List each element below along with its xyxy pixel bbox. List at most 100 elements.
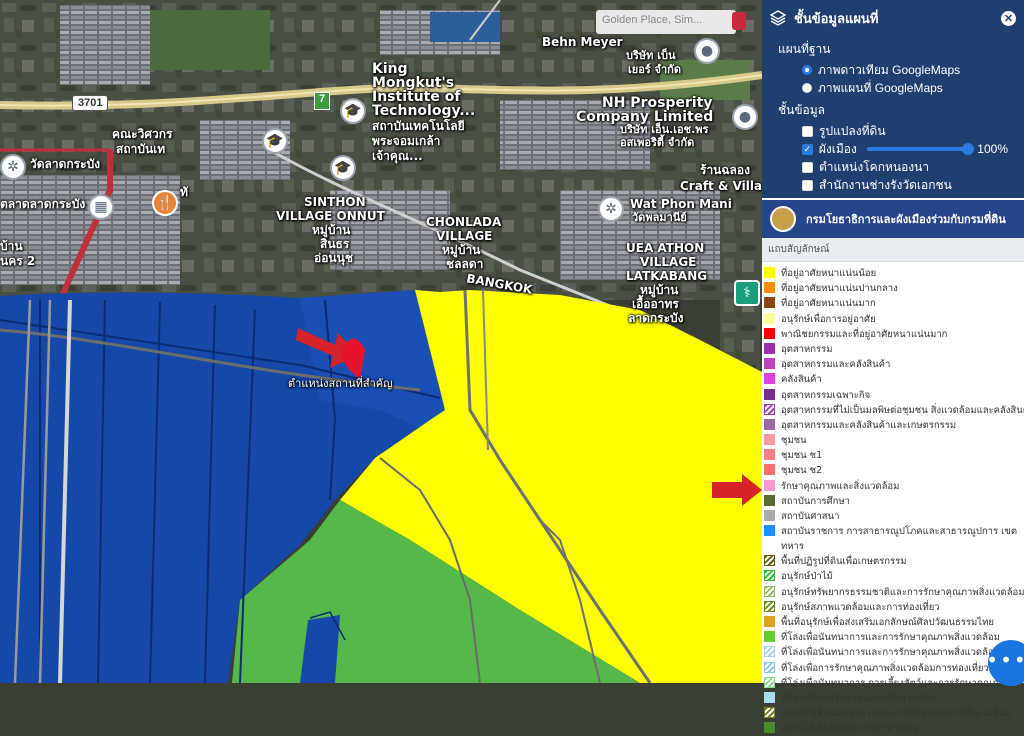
poi-pin-icon[interactable]: ● [694,38,720,64]
legend-item: รักษาคุณภาพและสิ่งแวดล้อม [762,479,1024,494]
school-pin-icon[interactable]: 🎓 [330,155,356,181]
legend-item: อุตสาหกรรม [762,342,1024,357]
label-sinthon-1: SINTHON [304,195,366,209]
search-button[interactable] [732,12,746,30]
legend-label: ที่โล่งเพื่อการรักษาคุณภาพสิ่งแวดล้อม [781,692,936,704]
layer-label: ผังเมือง [818,141,857,156]
label-chonlada-1: CHONLADA [426,215,502,229]
label-kmitl-4: Technology... [372,103,476,119]
legend-item: ชุมชน ช2 [762,463,1024,478]
label-behn-meyer-th: บริษัท เบ็น [626,49,676,62]
layer-label: รูปแปลงที่ดิน [819,123,886,138]
radio-unselected[interactable] [802,83,812,93]
radio-selected[interactable] [802,65,812,75]
label-uea-th-1: หมู่บ้าน [640,283,679,297]
legend-swatch [764,570,775,582]
layer-private-surveyor[interactable]: สำนักงานช่างรังวัดเอกชน [778,176,1008,194]
legend-item: อุตสาหกรรมเฉพาะกิจ [762,388,1024,403]
basemap-label: ภาพดาวเทียม GoogleMaps [818,62,961,77]
legend-swatch [764,600,775,612]
legend-swatch [764,555,775,567]
legend-item: ที่โล่งเพื่อนันทนาการและการรักษาคุณภาพสิ… [762,645,1024,660]
agency-seal-icon [770,206,796,232]
label-nakhon2: นคร 2 [0,254,36,268]
label-craft-2: Craft & Villa [680,179,763,193]
basemap-section: แผนที่ฐาน ภาพดาวเทียม GoogleMaps ภาพแผนท… [762,36,1024,198]
label-chonlada-2: VILLAGE [436,229,493,243]
label-uea-th-3: ลาดกระบัง [628,311,684,325]
legend-item: ที่โล่งเพื่อนันทนาการ การเลี้ยงสัตว์และก… [762,676,1024,691]
restaurant-pin-icon[interactable]: 🍴 [152,190,178,216]
legend-item: อุตสาหกรรมและคลังสินค้า [762,357,1024,372]
legend-item: ที่อยู่อาศัยหนาแน่นปานกลาง [762,281,1024,296]
legend-label: สงวนไว้เพื่อรักษาสภาพป่าชายเลน [781,723,919,735]
school-pin-icon[interactable]: 🎓 [262,128,288,154]
legend-swatch [764,403,775,415]
market-pin-icon[interactable]: ▦ [88,194,114,220]
legend-label: อุตสาหกรรมและคลังสินค้าและเกษตรกรรม [781,419,957,431]
legend-item: ที่โล่งเพื่อการรักษาคุณภาพสิ่งแวดล้อม [762,691,1024,706]
legend-label: พาณิชยกรรมและที่อยู่อาศัยหนาแน่นมาก [781,328,948,340]
label-sinthon-th-3: อ่อนนุช [314,251,353,265]
legend-swatch [764,510,775,521]
legend-swatch [764,631,775,643]
label-chonlada-th-2: ชลลดา [446,257,484,271]
legend-item: สงวนไว้เพื่อรักษาสภาพป่าชายเลน [762,721,1024,736]
legend-item: อุตสาหกรรมและคลังสินค้าและเกษตรกรรม [762,418,1024,433]
label-faculty-1: คณะวิศวกร [112,127,173,141]
hospital-pin-icon[interactable]: ⚕ [734,280,760,306]
label-chonlada-th-1: หมู่บ้าน [442,243,481,257]
layers-icon [769,10,787,26]
legend-swatch [764,464,775,476]
temple-pin-icon[interactable]: ✲ [0,154,26,180]
panel-title: ชั้นข้อมูลแผนที่ [794,10,879,26]
legend-item: พาณิชยกรรมและที่อยู่อาศัยหนาแน่นมาก [762,327,1024,342]
checkbox[interactable] [802,179,813,191]
label-kmitl-th-2: พระจอมเกล้า [372,134,441,148]
legend-item: ชุมชน ช1 [762,448,1024,463]
legend-swatch [764,282,775,294]
legend-item: สถาบันการศึกษา [762,494,1024,509]
legend-label: อนุรักษ์ทรัพยากรธรรมชาติและการรักษาคุณภา… [781,586,1024,598]
legend-label: สถาบันราชการ การสาธารณูปโภคและสาธารณูปกา… [781,526,1018,553]
label-faculty-2: สถาบันเท [116,142,166,156]
legend-swatch [764,358,775,370]
legend-item: พื้นที่ปฏิรูปที่ดินเพื่อเกษตรกรรม [762,554,1024,569]
legend-item: อนุรักษ์ป่าไม้ [762,569,1024,584]
legend-item: สถาบันศาสนา [762,509,1024,524]
opacity-slider[interactable] [866,143,975,155]
layer-city-plan[interactable]: ✓ ผังเมือง 100% [778,140,1008,158]
checkbox[interactable] [802,125,813,137]
legend-label: อนุรักษ์เพื่อการอยู่อาศัย [781,313,876,325]
legend-item: ที่โล่งเพื่อการรักษาคุณภาพสิ่งแวดล้อมการ… [762,661,1024,676]
temple-pin-icon[interactable]: ✲ [598,196,624,222]
checkbox[interactable] [802,161,813,173]
legend-label: สถาบันการศึกษา [781,495,850,507]
basemap-option-map[interactable]: ภาพแผนที่ GoogleMaps [778,79,1008,97]
poi-pin-icon[interactable]: ● [732,104,758,130]
layer-parcel[interactable]: รูปแปลงที่ดิน [778,122,1008,140]
legend-item: อนุรักษ์สภาพแวดล้อมและการท่องเที่ยว [762,600,1024,615]
label-sinthon-th-2: สินธร [320,237,350,251]
opacity-value: 100% [977,142,1008,156]
legend-swatch [764,691,775,703]
slider-knob[interactable] [962,143,975,155]
map-search-input[interactable]: Golden Place, Sim... [596,10,736,34]
panel-header: ชั้นข้อมูลแผนที่ ✕ [762,0,1024,36]
legend-label: อนุรักษ์ป่าไม้ [781,571,833,583]
more-icon: ••• [986,648,1024,672]
layers-heading: ชั้นข้อมูล [778,103,826,117]
basemap-option-satellite[interactable]: ภาพดาวเทียม GoogleMaps [778,61,1008,79]
legend-swatch [764,312,775,324]
layer-khok-nong-na[interactable]: ตำแหน่งโคกหนองนา [778,158,1008,176]
legend-label: รักษาคุณภาพและสิ่งแวดล้อม [781,480,900,492]
legend-swatch [764,267,775,278]
legend-label: ที่อยู่อาศัยหนาแน่นมาก [781,298,876,310]
checkbox-checked[interactable]: ✓ [802,143,813,155]
label-sinthon-2: VILLAGE ONNUT [276,209,385,223]
close-icon[interactable]: ✕ [1001,10,1016,26]
label-ban: บ้าน [0,239,23,253]
legend-label: สงวนไว้เพื่อนันทนาการและการรักษาคุณภาพสิ… [781,708,1011,720]
school-pin-icon[interactable]: 🎓 [340,98,366,124]
label-ta: ทั [180,185,188,199]
